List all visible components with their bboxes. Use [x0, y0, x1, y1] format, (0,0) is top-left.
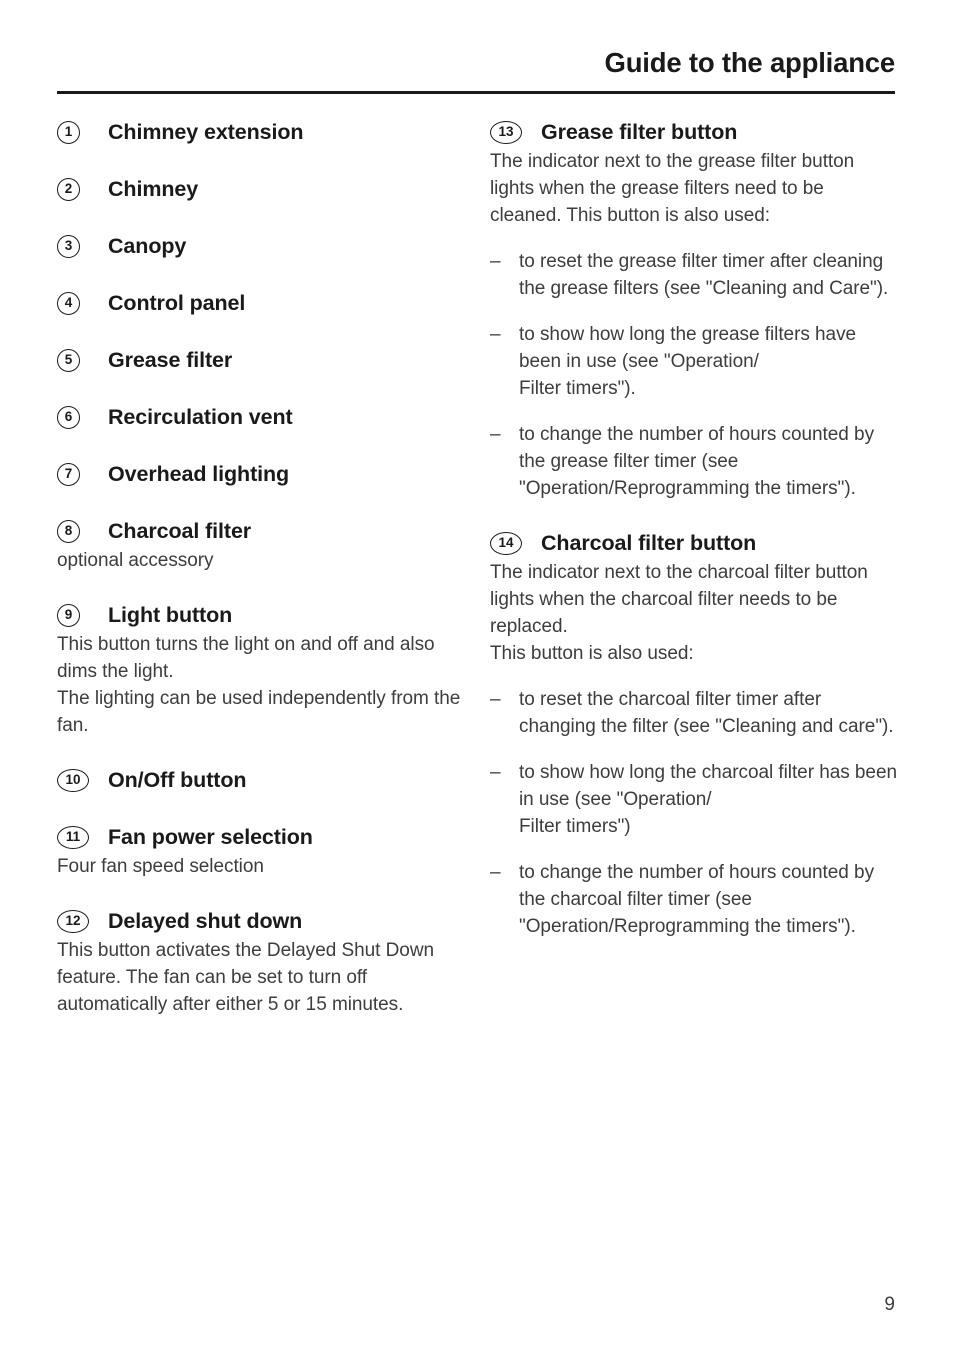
item-on-off-button: 10 On/Off button [57, 766, 467, 796]
page-footer: 9 [57, 1293, 895, 1317]
item-title-2: Chimney [108, 177, 199, 201]
item-chimney-extension: 1 Chimney extension [57, 118, 467, 148]
item-title-8: Charcoal filter [108, 519, 252, 543]
item-charcoal-filter-button: 14 Charcoal filter button [490, 529, 900, 559]
item-number-badge-9: 9 [57, 604, 80, 627]
item-fan-power-selection: 11 Fan power selection [57, 823, 467, 853]
delayed-shut-down-paragraph: This button activates the Delayed Shut D… [57, 940, 435, 1015]
grease-filter-bullet-3: – to change the number of hours counted … [490, 421, 900, 502]
item-chimney: 2 Chimney [57, 175, 467, 205]
item-number-badge-13: 13 [490, 121, 522, 144]
item-control-panel: 4 Control panel [57, 289, 467, 319]
item-grease-filter-button: 13 Grease filter button [490, 118, 900, 148]
grease-filter-bullet-3-text: to change the number of hours counted by… [519, 424, 875, 499]
item-title-3: Canopy [108, 234, 187, 258]
item-number-badge-6: 6 [57, 406, 80, 429]
charcoal-filter-also-used: This button is also used: [490, 643, 694, 664]
fan-power-note: Four fan speed selection [57, 856, 264, 877]
bullet-dash-icon: – [490, 251, 501, 272]
grease-filter-bullet-2-text: to show how long the grease filters have… [519, 324, 857, 399]
page-header: Guide to the appliance [57, 46, 895, 98]
charcoal-filter-bullet-2-text: to show how long the charcoal filter has… [519, 762, 897, 837]
light-button-paragraph-2: The lighting can be used independently f… [57, 688, 461, 736]
item-title-11: Fan power selection [108, 825, 313, 849]
bullet-dash-icon: – [490, 762, 501, 783]
item-number-badge-8: 8 [57, 520, 80, 543]
item-number-badge-2: 2 [57, 178, 80, 201]
item-title-4: Control panel [108, 291, 246, 315]
item-canopy: 3 Canopy [57, 232, 467, 262]
page-number: 9 [884, 1294, 895, 1315]
item-number-badge-7: 7 [57, 463, 80, 486]
page-title: Guide to the appliance [604, 47, 896, 78]
bullet-dash-icon: – [490, 324, 501, 345]
bullet-dash-icon: – [490, 689, 501, 710]
item-title-9: Light button [108, 603, 233, 627]
item-light-button: 9 Light button [57, 601, 467, 631]
item-title-6: Recirculation vent [108, 405, 293, 429]
item-number-badge-1: 1 [57, 121, 80, 144]
charcoal-filter-intro: The indicator next to the charcoal filte… [490, 562, 868, 637]
light-button-paragraph-1: This button turns the light on and off a… [57, 634, 435, 682]
bullet-dash-icon: – [490, 424, 501, 445]
charcoal-filter-bullet-1-text: to reset the charcoal filter timer after… [519, 689, 894, 737]
charcoal-filter-bullet-2: – to show how long the charcoal filter h… [490, 759, 900, 840]
item-title-1: Chimney extension [108, 120, 304, 144]
item-number-badge-3: 3 [57, 235, 80, 258]
item-number-badge-12: 12 [57, 910, 89, 933]
item-number-badge-5: 5 [57, 349, 80, 372]
bullet-dash-icon: – [490, 862, 501, 883]
item-title-10: On/Off button [108, 768, 247, 792]
item-delayed-shut-down: 12 Delayed shut down [57, 907, 467, 937]
item-grease-filter: 5 Grease filter [57, 346, 467, 376]
item-number-badge-4: 4 [57, 292, 80, 315]
charcoal-filter-note: optional accessory [57, 550, 214, 571]
item-number-badge-10: 10 [57, 769, 89, 792]
grease-filter-intro: The indicator next to the grease filter … [490, 151, 855, 226]
charcoal-filter-bullet-3: – to change the number of hours counted … [490, 859, 900, 940]
item-recirculation-vent: 6 Recirculation vent [57, 403, 467, 433]
item-title-5: Grease filter [108, 348, 233, 372]
charcoal-filter-bullet-1: – to reset the charcoal filter timer aft… [490, 686, 900, 740]
item-title-12: Delayed shut down [108, 909, 303, 933]
header-divider [57, 91, 895, 94]
item-number-badge-14: 14 [490, 532, 522, 555]
left-column: 1 Chimney extension 2 Chimney 3 Canopy 4… [57, 118, 467, 1018]
grease-filter-bullet-1: – to reset the grease filter timer after… [490, 248, 900, 302]
item-title-13: Grease filter button [541, 120, 738, 144]
item-overhead-lighting: 7 Overhead lighting [57, 460, 467, 490]
grease-filter-bullet-1-text: to reset the grease filter timer after c… [519, 251, 889, 299]
item-number-badge-11: 11 [57, 826, 89, 849]
grease-filter-bullet-2: – to show how long the grease filters ha… [490, 321, 900, 402]
right-column: 13 Grease filter button The indicator ne… [490, 118, 900, 940]
item-title-14: Charcoal filter button [541, 531, 757, 555]
item-charcoal-filter: 8 Charcoal filter [57, 517, 467, 547]
item-title-7: Overhead lighting [108, 462, 290, 486]
charcoal-filter-bullet-3-text: to change the number of hours counted by… [519, 862, 875, 937]
